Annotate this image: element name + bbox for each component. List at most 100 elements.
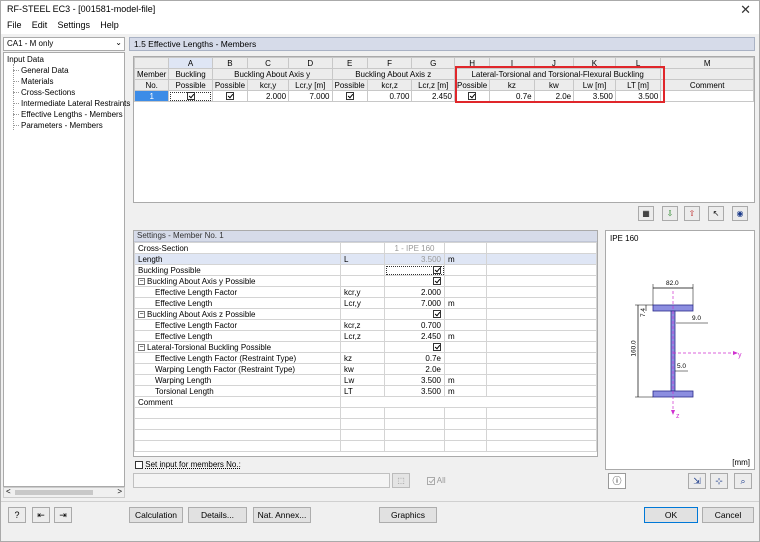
scroll-right-icon[interactable]: > xyxy=(117,487,122,496)
setting-symbol: kw xyxy=(341,364,385,375)
axis-y-possible-cell[interactable] xyxy=(212,91,247,102)
axis-z-setting[interactable] xyxy=(385,309,445,320)
tree-item-parameters-members[interactable]: Parameters - Members xyxy=(21,121,103,130)
settings-row[interactable]: Warping Length Factor (Restraint Type) k… xyxy=(135,364,597,375)
setting-value[interactable]: 2.450 xyxy=(385,331,445,342)
lt-setting[interactable] xyxy=(385,342,445,353)
settings-panel: Settings - Member No. 1 Cross-Section 1 … xyxy=(133,230,598,457)
tree-root-input-data[interactable]: Input Data xyxy=(7,55,44,64)
comment-value[interactable] xyxy=(341,397,597,408)
settings-row[interactable]: Effective Length Factor (Restraint Type)… xyxy=(135,353,597,364)
settings-row[interactable]: −Buckling About Axis y Possible xyxy=(135,276,597,287)
axes-icon[interactable]: ⊹ xyxy=(710,473,728,489)
zoom-icon[interactable]: ⌕ xyxy=(734,473,752,489)
settings-row[interactable]: Torsional Length LT 3.500 m xyxy=(135,386,597,397)
tree-item-cross-sections[interactable]: Cross-Sections xyxy=(21,88,75,97)
settings-row[interactable]: Effective Length Factor kcr,y 2.000 xyxy=(135,287,597,298)
calculation-button[interactable]: Calculation xyxy=(129,507,183,523)
settings-row[interactable]: −Lateral-Torsional Buckling Possible xyxy=(135,342,597,353)
setting-unit: m xyxy=(445,375,487,386)
help-icon[interactable]: ? xyxy=(8,507,26,523)
axis-y-setting-checkbox[interactable] xyxy=(433,277,441,285)
tree-connector xyxy=(13,81,19,82)
graphics-button[interactable]: Graphics xyxy=(379,507,437,523)
axis-z-possible-cell[interactable] xyxy=(332,91,367,102)
comment-cell[interactable] xyxy=(661,91,754,102)
menu-settings[interactable]: Settings xyxy=(54,18,95,30)
previous-icon[interactable]: ⇤ xyxy=(32,507,50,523)
tree-item-materials[interactable]: Materials xyxy=(21,77,53,86)
settings-row[interactable]: Comment xyxy=(135,397,597,408)
setting-value[interactable]: 0.700 xyxy=(385,320,445,331)
settings-row[interactable]: Warping Length Lw 3.500 m xyxy=(135,375,597,386)
axis-y-setting[interactable] xyxy=(385,276,445,287)
settings-row[interactable]: −Buckling About Axis z Possible xyxy=(135,309,597,320)
lcr-y-cell[interactable]: 7.000 xyxy=(289,91,332,102)
settings-row[interactable]: Effective Length Lcr,y 7.000 m xyxy=(135,298,597,309)
collapse-icon[interactable]: − xyxy=(138,344,145,351)
setting-value[interactable]: 2.000 xyxy=(385,287,445,298)
buckling-possible-setting[interactable] xyxy=(385,265,445,276)
menu-edit[interactable]: Edit xyxy=(28,18,52,30)
ok-button[interactable]: OK xyxy=(644,507,698,523)
tree-item-effective-lengths-members[interactable]: Effective Lengths - Members xyxy=(21,110,123,119)
set-input-checkbox[interactable] xyxy=(135,461,143,469)
select-members-icon[interactable]: ⬚ xyxy=(392,473,410,488)
setting-value[interactable]: 3.500 xyxy=(385,375,445,386)
collapse-icon[interactable]: − xyxy=(138,311,145,318)
axis-z-possible-checkbox[interactable] xyxy=(346,92,354,100)
lt-setting-checkbox[interactable] xyxy=(433,343,441,351)
table-view-icon[interactable]: ▦ xyxy=(638,206,654,221)
close-icon[interactable]: ✕ xyxy=(740,1,751,18)
setting-value[interactable]: 0.7e xyxy=(385,353,445,364)
row-number[interactable]: 1 xyxy=(135,91,169,102)
menu-file[interactable]: File xyxy=(3,18,26,30)
setting-unit xyxy=(445,243,487,254)
set-input-option[interactable]: Set input for members No.: xyxy=(135,460,241,469)
settings-row[interactable]: Effective Length Factor kcr,z 0.700 xyxy=(135,320,597,331)
tree-connector xyxy=(13,70,19,71)
lcr-z-cell[interactable]: 2.450 xyxy=(412,91,455,102)
buckling-possible-checkbox[interactable] xyxy=(187,92,195,100)
cancel-button[interactable]: Cancel xyxy=(702,507,754,523)
export-icon[interactable]: ⇧ xyxy=(684,206,700,221)
tree-item-general-data[interactable]: General Data xyxy=(21,66,69,75)
axis-z-setting-checkbox[interactable] xyxy=(433,310,441,318)
import-icon[interactable]: ⇩ xyxy=(662,206,678,221)
panel-title: 1.5 Effective Lengths - Members xyxy=(129,37,755,51)
tree-item-intermediate-lateral-restraints[interactable]: Intermediate Lateral Restraints xyxy=(21,99,130,108)
buckling-possible-cell[interactable] xyxy=(169,91,212,102)
load-case-select[interactable]: CA1 - M only ⌄ xyxy=(3,37,125,51)
all-option[interactable]: All xyxy=(427,476,446,485)
collapse-icon[interactable]: − xyxy=(138,278,145,285)
view-eye-icon[interactable]: ◉ xyxy=(732,206,748,221)
info-icon[interactable]: ⓘ xyxy=(608,473,626,489)
next-icon[interactable]: ⇥ xyxy=(54,507,72,523)
dimensions-icon[interactable]: ⇲ xyxy=(688,473,706,489)
details-button[interactable]: Details... xyxy=(188,507,247,523)
select-cursor-icon[interactable]: ↖ xyxy=(708,206,724,221)
settings-row[interactable]: Effective Length Lcr,z 2.450 m xyxy=(135,331,597,342)
buckling-possible-setting-checkbox[interactable] xyxy=(433,266,441,274)
member-no-subheader: No. xyxy=(135,80,169,91)
setting-label: Effective Length Factor (Restraint Type) xyxy=(135,353,341,364)
setting-unit: m xyxy=(445,331,487,342)
scrollbar-thumb[interactable] xyxy=(15,490,93,495)
members-input-field[interactable] xyxy=(133,473,390,488)
axis-y-possible-checkbox[interactable] xyxy=(226,92,234,100)
kcr-y-cell[interactable]: 2.000 xyxy=(248,91,289,102)
chevron-down-icon[interactable]: ⌄ xyxy=(115,38,122,47)
dim-width: 82.0 xyxy=(666,280,679,287)
scroll-left-icon[interactable]: < xyxy=(6,487,11,496)
nat-annex-button[interactable]: Nat. Annex... xyxy=(253,507,311,523)
settings-row[interactable]: Buckling Possible xyxy=(135,265,597,276)
setting-value[interactable]: 3.500 xyxy=(385,386,445,397)
all-checkbox[interactable] xyxy=(427,477,435,485)
setting-value[interactable]: 2.0e xyxy=(385,364,445,375)
kcr-z-cell[interactable]: 0.700 xyxy=(367,91,412,102)
tree-horizontal-scrollbar[interactable]: < > xyxy=(3,487,125,498)
setting-value[interactable]: 7.000 xyxy=(385,298,445,309)
settings-row[interactable]: Length L 3.500 m xyxy=(135,254,597,265)
menu-help[interactable]: Help xyxy=(96,18,123,30)
settings-row[interactable]: Cross-Section 1 - IPE 160 xyxy=(135,243,597,254)
